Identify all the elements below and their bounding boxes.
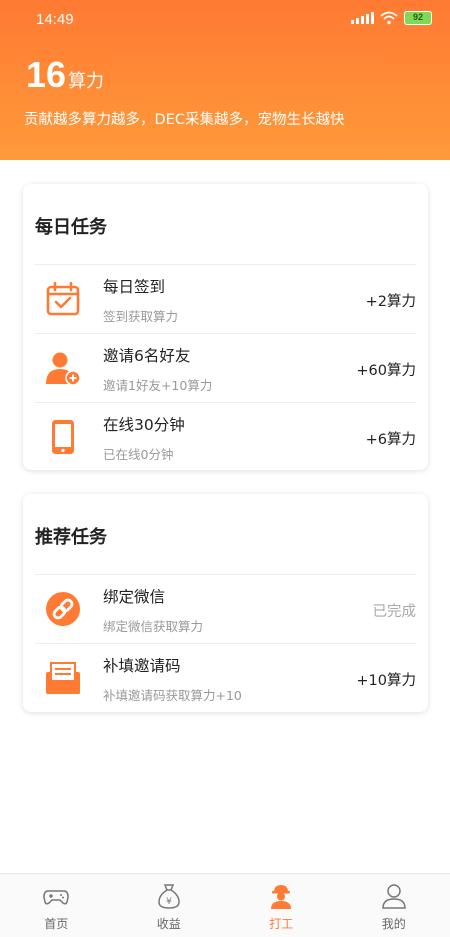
task-fill-invite-code[interactable]: 补填邀请码 补填邀请码获取算力+10 +10算力 [35,644,416,713]
task-reward: +2算力 [365,294,416,310]
daily-tasks-card: 每日任务 每日签到 签到获取算力 +2算力 邀请6名好友 邀请1好友+10算力 … [23,184,428,470]
task-reward: +10算力 [356,673,416,689]
header: 14:49 92 16 算力 贡献越多算力越多，DEC采集越多，宠物生长越快 [0,0,450,160]
task-bind-wechat[interactable]: 绑定微信 绑定微信获取算力 已完成 [35,575,416,644]
power-value: 16 [26,54,67,95]
tab-earnings[interactable]: ¥ 收益 [113,874,226,937]
task-desc: 补填邀请码获取算力+10 [103,688,242,703]
recommended-tasks-card: 推荐任务 绑定微信 绑定微信获取算力 已完成 补填邀请码 补填邀请码获取算力+1… [23,494,428,712]
task-name: 邀请6名好友 [103,347,191,365]
daily-tasks-title: 每日任务 [35,217,107,238]
wifi-icon [380,11,398,25]
status-time: 14:49 [36,11,74,28]
task-daily-checkin[interactable]: 每日签到 签到获取算力 +2算力 [35,265,416,334]
task-desc: 绑定微信获取算力 [103,619,204,634]
invite-code-icon [46,662,80,694]
status-icons: 92 [351,11,432,25]
recommended-tasks-title: 推荐任务 [35,527,107,548]
tab-profile[interactable]: 我的 [338,874,450,937]
tab-work[interactable]: 打工 [225,874,338,937]
task-name: 每日签到 [103,278,166,296]
worker-icon [271,885,292,909]
money-bag-icon: ¥ [157,884,180,909]
task-desc: 已在线0分钟 [103,447,174,462]
power-unit: 算力 [68,71,105,92]
task-reward: +6算力 [365,432,416,448]
tab-label: 我的 [381,917,406,931]
task-name: 补填邀请码 [103,657,181,675]
calendar-check-icon [46,281,80,316]
task-desc: 邀请1好友+10算力 [103,378,213,393]
task-name: 绑定微信 [103,588,166,606]
task-reward: +60算力 [356,363,416,379]
add-user-icon [46,352,81,386]
status-bar: 14:49 92 [0,0,450,40]
task-status: 已完成 [372,604,417,620]
task-invite-friends[interactable]: 邀请6名好友 邀请1好友+10算力 +60算力 [35,334,416,403]
phone-icon [52,420,74,454]
header-subtitle: 贡献越多算力越多，DEC采集越多，宠物生长越快 [24,112,345,128]
tab-label: 收益 [156,917,181,931]
tab-home[interactable]: 首页 [0,874,113,937]
profile-icon [381,884,406,909]
task-name: 在线30分钟 [103,416,185,434]
svg-text:¥: ¥ [166,897,172,907]
signal-icon [351,12,374,24]
battery-icon: 92 [404,11,432,25]
power-display: 16 算力 [26,54,104,96]
task-online-30min[interactable]: 在线30分钟 已在线0分钟 +6算力 [35,403,416,472]
link-icon [46,592,80,626]
task-desc: 签到获取算力 [103,309,179,324]
tab-label: 首页 [44,917,69,931]
bottom-tab-bar: 首页 ¥ 收益 打工 我的 [0,873,450,937]
gamepad-icon [43,890,70,905]
tab-label: 打工 [269,917,294,931]
